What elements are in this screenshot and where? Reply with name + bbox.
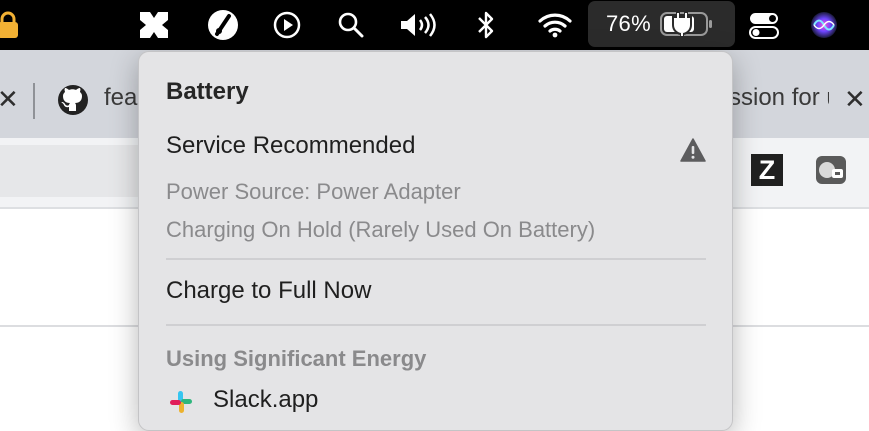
menu-bar: 76% bbox=[0, 0, 869, 50]
battery-percent: 76% bbox=[606, 11, 651, 36]
play-icon[interactable] bbox=[271, 0, 303, 50]
github-icon bbox=[57, 84, 89, 121]
siri-icon[interactable] bbox=[808, 0, 840, 50]
warning-icon bbox=[680, 138, 706, 167]
wifi-icon[interactable] bbox=[537, 0, 573, 50]
battery-menu: Battery Service Recommended Power Source… bbox=[138, 51, 733, 431]
volume-icon[interactable] bbox=[398, 0, 440, 50]
tab-separator bbox=[33, 83, 35, 119]
service-status: Service Recommended bbox=[166, 132, 416, 159]
power-source: Power Source: Power Adapter bbox=[166, 179, 461, 204]
battery-charging-icon bbox=[659, 10, 715, 38]
search-icon[interactable] bbox=[336, 0, 366, 50]
speedometer-icon[interactable] bbox=[205, 0, 241, 50]
bluetooth-icon[interactable] bbox=[474, 0, 498, 50]
charging-status: Charging On Hold (Rarely Used On Battery… bbox=[166, 217, 596, 242]
menu-separator bbox=[166, 258, 706, 260]
menu-title: Battery bbox=[166, 78, 249, 105]
battery-status-item[interactable]: 76% bbox=[588, 1, 735, 47]
menu-separator bbox=[166, 324, 706, 326]
tab-close-icon[interactable]: ✕ bbox=[844, 86, 866, 112]
control-center-icon[interactable] bbox=[746, 0, 782, 50]
energy-section-title: Using Significant Energy bbox=[166, 346, 427, 371]
address-field[interactable] bbox=[0, 145, 150, 197]
video-extension-icon[interactable] bbox=[815, 154, 847, 191]
slack-icon bbox=[169, 390, 193, 419]
tab-title[interactable]: ssion for u bbox=[729, 84, 829, 112]
tab-close-icon[interactable]: ✕ bbox=[0, 86, 19, 112]
lock-app-icon[interactable] bbox=[0, 0, 24, 50]
tab-title[interactable]: fea bbox=[104, 84, 137, 112]
z-extension-icon[interactable]: Z bbox=[751, 154, 783, 186]
charge-to-full-button[interactable]: Charge to Full Now bbox=[166, 277, 371, 305]
app-menu-icon[interactable] bbox=[136, 0, 172, 50]
energy-app-item[interactable]: Slack.app bbox=[213, 386, 318, 414]
